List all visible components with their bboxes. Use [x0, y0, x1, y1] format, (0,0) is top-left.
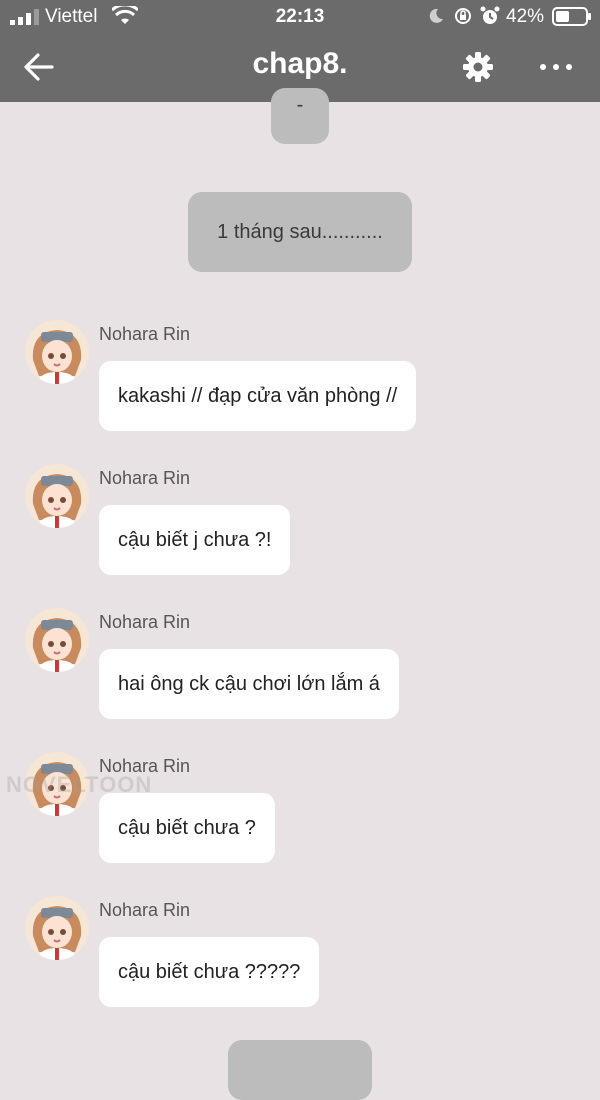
more-icon[interactable] [538, 55, 574, 79]
top-bar: Viettel 22:13 42% chap8. [0, 0, 600, 102]
avatar[interactable] [25, 896, 89, 960]
message-bubble: cậu biết chưa ? [99, 793, 275, 863]
system-message-text: 1 tháng sau........... [217, 220, 383, 243]
moon-icon [429, 8, 443, 23]
avatar[interactable] [25, 464, 89, 528]
message-bubble: cậu biết j chưa ?! [99, 505, 291, 575]
system-message: 1 tháng sau........... [188, 192, 412, 272]
battery-icon [552, 7, 591, 26]
sender-name: Nohara Rin [99, 324, 191, 344]
sender-name: Nohara Rin [99, 468, 191, 488]
rotation-lock-icon [455, 8, 471, 24]
battery-percent: 42% [506, 6, 545, 27]
avatar[interactable] [25, 320, 89, 384]
sender-name: Nohara Rin [99, 612, 191, 632]
avatar[interactable] [25, 608, 89, 672]
gear-icon[interactable] [461, 50, 495, 84]
chapter-title: chap8. [252, 47, 348, 80]
message-bubble: hai ông ck cậu chơi lớn lắm á [99, 649, 399, 719]
system-message [228, 1040, 372, 1100]
system-message: - [271, 88, 329, 144]
alarm-icon [480, 6, 500, 24]
message-bubble: kakashi // đạp cửa văn phòng // [99, 361, 417, 431]
sender-name: Nohara Rin [99, 900, 191, 920]
message-bubble: cậu biết chưa ????? [99, 937, 320, 1007]
status-bar: Viettel 22:13 42% [0, 0, 600, 34]
watermark: NOVELTOON [6, 772, 153, 797]
system-message-text: - [296, 94, 304, 116]
